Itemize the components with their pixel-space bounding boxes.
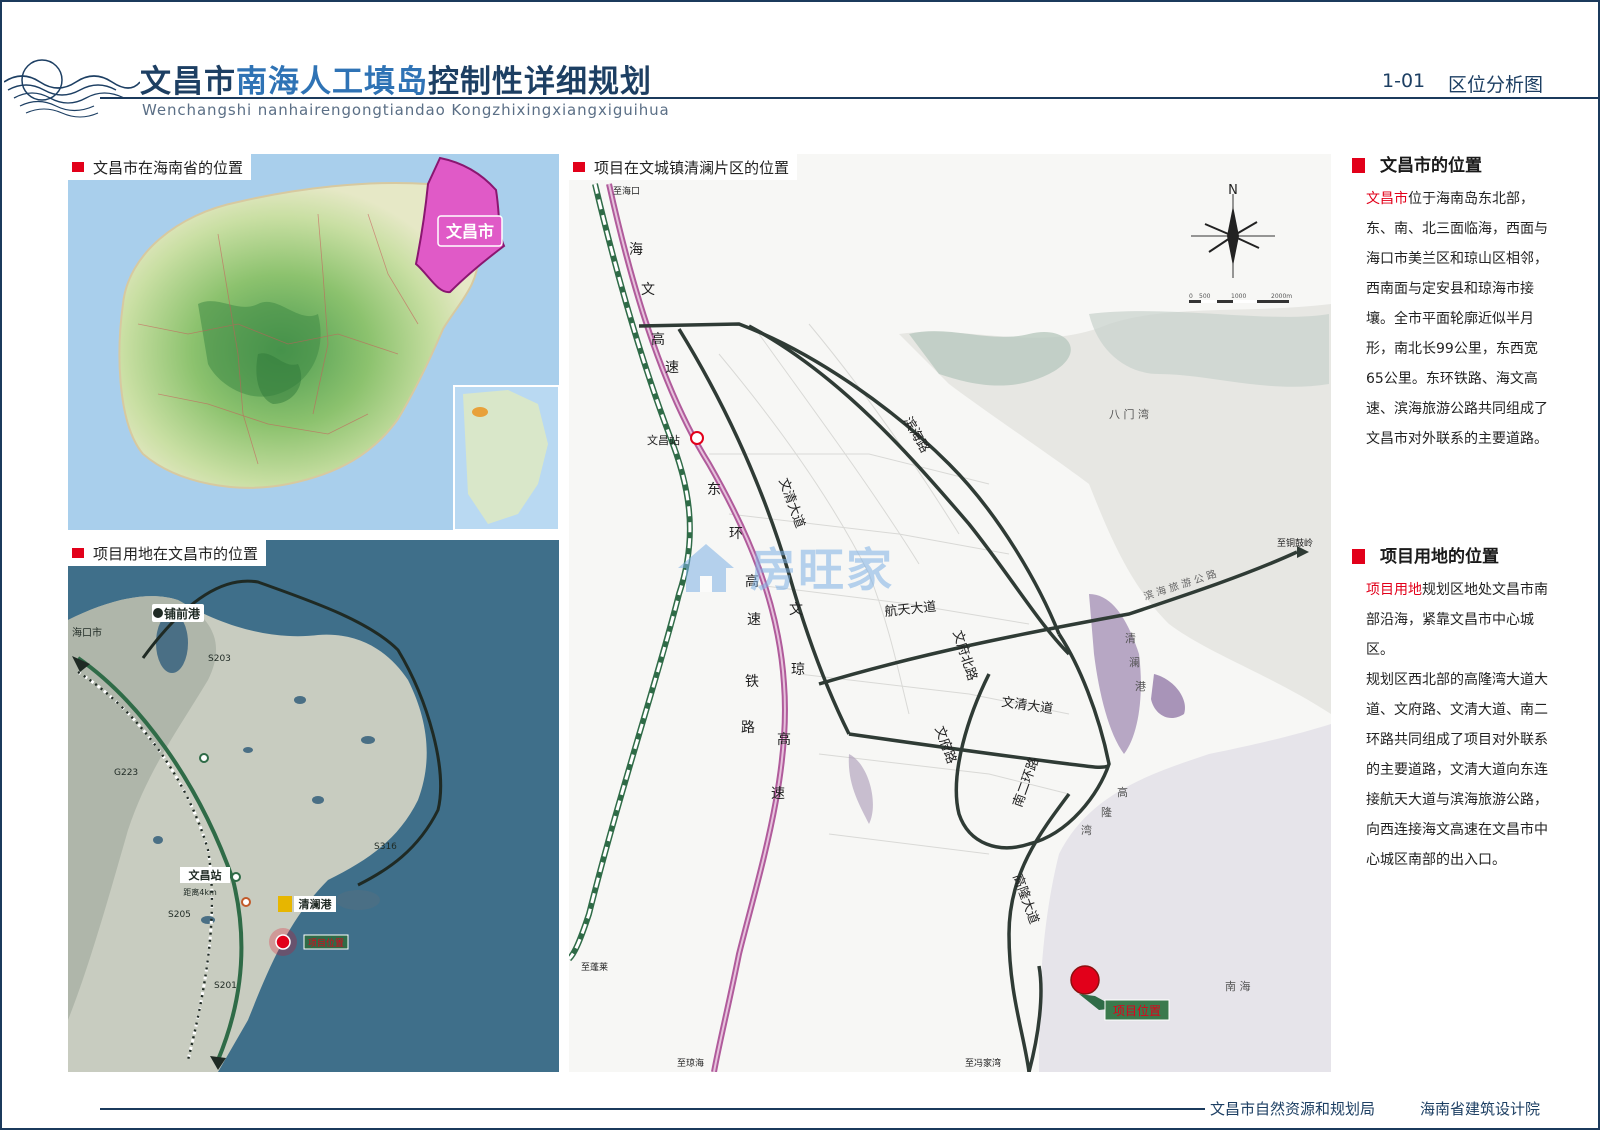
north-label: N	[1228, 183, 1238, 198]
svg-text:1000: 1000	[1231, 293, 1246, 300]
project-location-label: 项目位置	[1113, 1003, 1161, 1018]
svg-text:海: 海	[629, 242, 643, 258]
distance-4km: 距离4km	[183, 887, 217, 897]
page-title-english: Wenchangshi nanhairengongtiandao Kongzhi…	[142, 101, 670, 119]
exit-haikou: 至海口	[613, 185, 640, 197]
section-wenchang-location: 文昌市的位置 文昌市位于海南岛东北部，东、南、北三面临海，西面与海口市美兰区和琼…	[1352, 151, 1548, 454]
svg-text:港: 港	[1135, 680, 1146, 693]
svg-text:文: 文	[789, 602, 803, 618]
hainan-map-graphic: 文昌市	[68, 154, 559, 530]
footer-organization: 文昌市自然资源和规划局	[1210, 1100, 1376, 1118]
wave-logo-icon	[4, 59, 140, 118]
sheet-name: 区位分析图	[1448, 74, 1544, 96]
watermark-text: 房旺家	[750, 543, 894, 597]
site-wenchang-station: 文昌站	[647, 433, 680, 447]
place-s316: S316	[374, 842, 397, 852]
section-body: 项目用地规划区地处文昌市南部沿海，紧靠文昌市中心城区。 规划区西北部的高隆湾大道大…	[1366, 582, 1548, 868]
exit-penglai: 至蓬莱	[581, 961, 608, 973]
scale-bar: 0 500 1000 2000m	[1189, 293, 1292, 303]
wenchang-panel-label: 项目用地在文昌市的位置	[68, 540, 267, 566]
red-square-icon	[1352, 158, 1365, 173]
svg-text:高: 高	[777, 731, 791, 748]
svg-text:0: 0	[1189, 293, 1193, 300]
svg-text:清: 清	[1125, 632, 1136, 645]
svg-text:东: 东	[707, 482, 721, 498]
water-nanhai: 南 海	[1225, 979, 1251, 993]
place-wenchang-station: 文昌站	[189, 868, 222, 882]
hainan-location-map: 文昌市 文昌市在海南省的位置	[68, 154, 559, 530]
header-rule	[100, 97, 1600, 99]
svg-text:澜: 澜	[1129, 655, 1140, 669]
svg-text:隆: 隆	[1101, 805, 1112, 819]
page-title: 文昌市南海人工填岛控制性详细规划	[140, 64, 652, 100]
svg-text:文: 文	[641, 282, 655, 298]
wenchang-map-graphic: 项目位置 铺前港 海口市 S203 G223 文昌站 距离4km S205 S2…	[68, 540, 559, 1072]
svg-text:高: 高	[1117, 785, 1128, 799]
place-s201: S201	[214, 981, 237, 991]
place-qinglan-port: 清澜港	[299, 897, 333, 911]
hainan-panel-label: 文昌市在海南省的位置	[68, 154, 252, 180]
red-square-icon	[72, 162, 84, 172]
wenchang-location-map: 项目位置 铺前港 海口市 S203 G223 文昌站 距离4km S205 S2…	[68, 540, 559, 1072]
water-bamenwan: 八 门 湾	[1109, 407, 1149, 421]
svg-text:琼: 琼	[791, 662, 805, 678]
red-square-icon	[573, 162, 585, 172]
exit-fengjiawan: 至冯家湾	[965, 1057, 1001, 1069]
svg-text:速: 速	[771, 786, 785, 802]
section-body: 文昌市位于海南岛东北部，东、南、北三面临海，西面与海口市美兰区和琼山区相邻，西南…	[1366, 191, 1548, 447]
svg-text:湾: 湾	[1081, 823, 1092, 837]
svg-text:高: 高	[651, 331, 665, 348]
project-marker-label: 项目位置	[308, 937, 344, 949]
place-g223: G223	[114, 768, 138, 778]
exit-qionghai: 至琼海	[677, 1057, 704, 1069]
site-panel-label: 项目在文城镇清澜片区的位置	[569, 154, 798, 180]
exit-tonggu: 至铜鼓岭	[1277, 537, 1313, 549]
section-heading: 项目用地的位置	[1352, 542, 1548, 567]
svg-text:速: 速	[665, 360, 679, 376]
section-site-location: 项目用地的位置 项目用地规划区地处文昌市南部沿海，紧靠文昌市中心城区。 规划区西北…	[1352, 542, 1548, 875]
section-heading: 文昌市的位置	[1352, 151, 1548, 176]
place-haikou: 海口市	[72, 626, 102, 639]
svg-text:速: 速	[747, 612, 761, 628]
place-puqian-port: 铺前港	[164, 606, 201, 621]
svg-text:铁: 铁	[745, 674, 759, 690]
footer-designer: 海南省建筑设计院	[1420, 1100, 1541, 1118]
place-s205: S205	[168, 910, 191, 920]
wenchang-highlight-label: 文昌市	[446, 222, 494, 241]
red-square-icon	[1352, 549, 1365, 564]
svg-text:500: 500	[1199, 293, 1211, 300]
page-header: 文昌市南海人工填岛控制性详细规划 Wenchangshi nanhairengo…	[0, 0, 1600, 119]
svg-text:2000m: 2000m	[1271, 293, 1292, 300]
sheet-number: 1-01	[1382, 70, 1426, 92]
red-square-icon	[72, 548, 84, 558]
svg-text:路: 路	[741, 720, 755, 736]
place-s203: S203	[208, 654, 231, 664]
footer-rule	[100, 1108, 1205, 1110]
site-location-map: N 0 500 1000 2000m 至海口 至蓬莱 至琼海 至冯家湾 至铜鼓岭…	[569, 154, 1331, 1072]
site-map-graphic: N 0 500 1000 2000m 至海口 至蓬莱 至琼海 至冯家湾 至铜鼓岭…	[569, 154, 1331, 1072]
project-location-marker	[1070, 965, 1100, 995]
